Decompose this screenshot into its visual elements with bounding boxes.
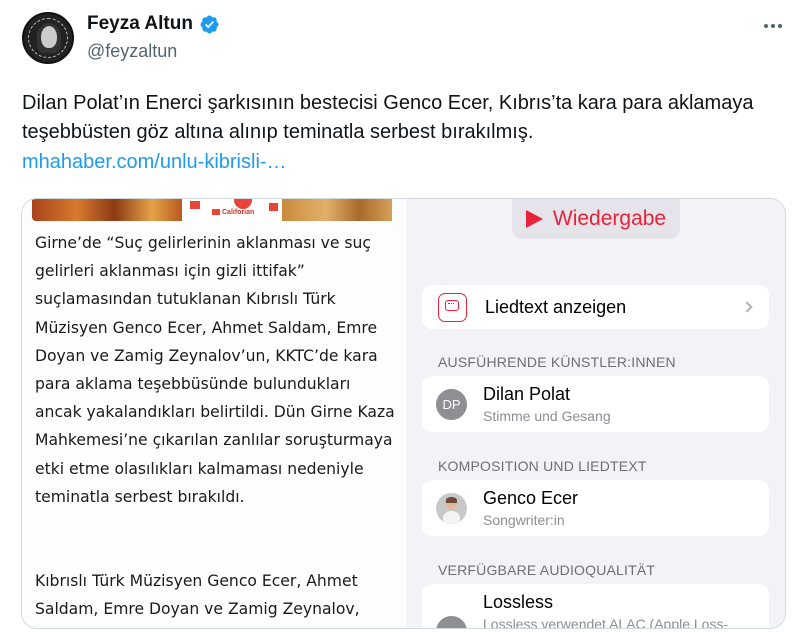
performer-name: Dilan Polat bbox=[483, 384, 571, 404]
show-lyrics-row[interactable]: Liedtext anzeigen bbox=[422, 285, 769, 329]
section-header-audio-quality: VERFÜGBARE AUDIOQUALITÄT bbox=[438, 562, 656, 578]
tweet-text: Dilan Polat’ın Enerci şarkısının besteci… bbox=[22, 92, 754, 143]
verified-badge-icon bbox=[200, 15, 219, 33]
food-photo-left bbox=[32, 199, 182, 221]
section-header-composition: KOMPOSITION UND LIEDTEXT bbox=[438, 458, 647, 474]
decor-square bbox=[212, 209, 220, 215]
author-handle[interactable]: @feyzaltun bbox=[87, 41, 177, 62]
decor-square bbox=[269, 203, 278, 211]
play-label: Wiedergabe bbox=[552, 207, 667, 230]
article-paragraph-1: Girne’de “Suç gelirlerinin aklanması ve … bbox=[35, 234, 395, 506]
lyrics-icon bbox=[438, 292, 467, 322]
avatar-face bbox=[41, 26, 57, 48]
composer-role: Songwriter:in bbox=[483, 512, 565, 528]
brand-logo-text: Califorian bbox=[222, 209, 255, 216]
lyrics-label: Liedtext anzeigen bbox=[485, 296, 627, 317]
lossless-icon bbox=[436, 616, 467, 628]
quality-text: Lossless Lossless verwendet ALAC (Apple … bbox=[483, 592, 729, 629]
brand-logo-icon bbox=[234, 199, 252, 209]
decor-square bbox=[190, 201, 200, 209]
quality-name: Lossless bbox=[483, 592, 554, 612]
author-name-row: Feyza Altun bbox=[87, 13, 220, 35]
tweet-media-image[interactable]: Califorian Girne’de “Suç gelirlerinin ak… bbox=[21, 198, 786, 629]
performer-text: Dilan Polat Stimme und Gesang bbox=[483, 384, 611, 424]
quality-description: Lossless verwendet ALAC (Apple Loss- bbox=[483, 616, 729, 629]
performer-avatar: DP bbox=[436, 388, 467, 420]
chevron-right-icon bbox=[741, 301, 753, 313]
section-header-performers: AUSFÜHRENDE KÜNSTLER:INNEN bbox=[438, 354, 676, 370]
tweet-link[interactable]: mhahaber.com/unlu-kibrisli-… bbox=[22, 151, 287, 174]
dot bbox=[764, 24, 768, 28]
food-photo-right bbox=[282, 199, 392, 221]
article-paragraph-2: Kıbrıslı Türk Müzisyen Genco Ecer, Ahmet… bbox=[35, 572, 360, 619]
author-display-name[interactable]: Feyza Altun bbox=[87, 13, 193, 35]
performer-role: Stimme und Gesang bbox=[483, 408, 611, 424]
play-icon bbox=[525, 210, 543, 228]
composer-text: Genco Ecer Songwriter:in bbox=[483, 488, 578, 528]
news-article-screenshot: Califorian Girne’de “Suç gelirlerinin ak… bbox=[22, 199, 406, 628]
ad-logo-area: Califorian bbox=[182, 199, 282, 221]
dot bbox=[778, 24, 782, 28]
play-button[interactable]: Wiedergabe bbox=[512, 199, 680, 239]
audio-quality-row[interactable]: Lossless Lossless verwendet ALAC (Apple … bbox=[422, 584, 769, 629]
performer-row[interactable]: DP Dilan Polat Stimme und Gesang bbox=[422, 376, 769, 432]
more-options-icon[interactable] bbox=[762, 16, 784, 36]
composer-name: Genco Ecer bbox=[483, 488, 579, 508]
apple-music-credits-panel: Wiedergabe Liedtext anzeigen AUSFÜHRENDE… bbox=[406, 199, 785, 628]
ad-banner: Califorian bbox=[32, 199, 392, 221]
author-avatar[interactable] bbox=[22, 12, 74, 64]
dot bbox=[771, 24, 775, 28]
composer-row[interactable]: Genco Ecer Songwriter:in bbox=[422, 480, 769, 536]
composer-avatar bbox=[436, 492, 467, 524]
